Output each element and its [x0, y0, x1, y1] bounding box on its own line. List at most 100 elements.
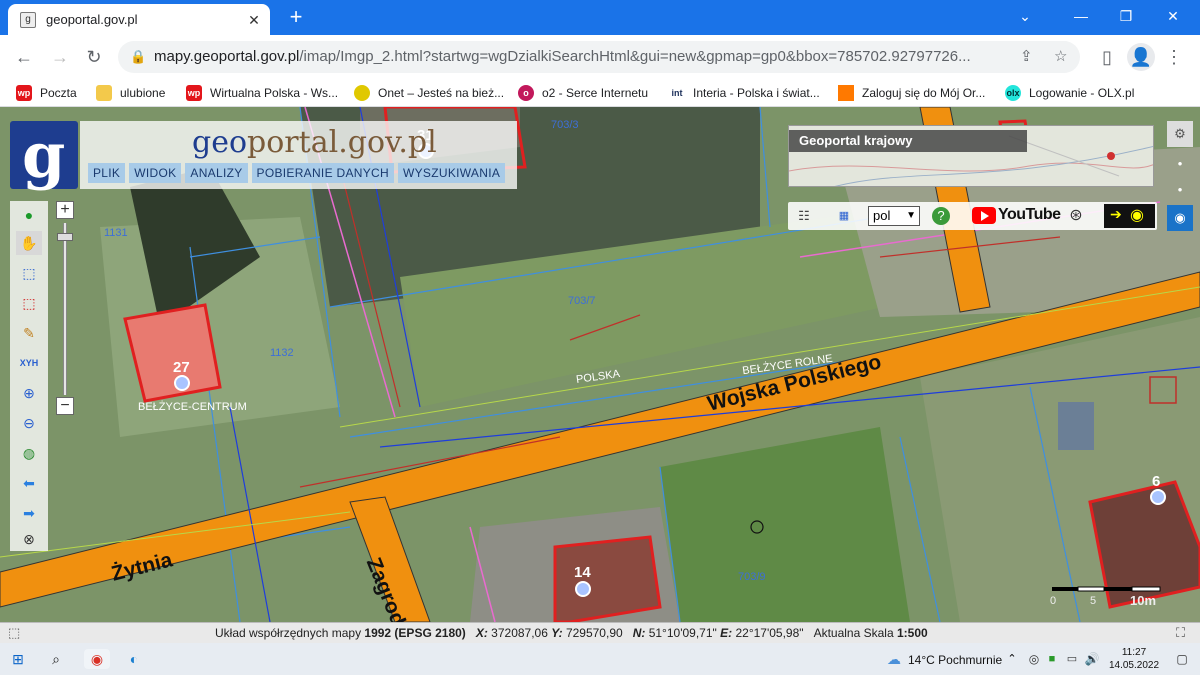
- notifications-icon[interactable]: ▢: [1172, 649, 1192, 669]
- youtube-link[interactable]: YouTube: [972, 206, 1061, 224]
- expand-icon[interactable]: ⬚: [8, 623, 20, 643]
- arrow-forward-icon[interactable]: ➡: [16, 501, 42, 525]
- share-icon[interactable]: ⇪: [1016, 41, 1033, 73]
- geoportal-logo[interactable]: g: [10, 119, 78, 192]
- map-viewport[interactable]: 703/3 1131 1132 703/7 703/9 BEŁŻYCE-CENT…: [0, 107, 1200, 622]
- network-icon[interactable]: ◎: [1024, 649, 1044, 669]
- bookmark-item[interactable]: o o2 - Serce Internetu: [518, 84, 648, 102]
- volume-icon[interactable]: 🔊: [1082, 649, 1102, 669]
- x-label: X:: [475, 626, 488, 640]
- new-tab-button[interactable]: +: [284, 5, 308, 29]
- tab-search-icon[interactable]: ⌄: [1002, 0, 1048, 32]
- globe-icon[interactable]: ◍: [16, 441, 42, 465]
- zoom-in-icon[interactable]: ⊕: [16, 381, 42, 405]
- info-dot-icon[interactable]: •: [1167, 177, 1193, 203]
- edge-icon[interactable]: ◐: [124, 649, 144, 669]
- settings-icon[interactable]: ⚙: [1167, 121, 1193, 147]
- system-clock[interactable]: 11:27 14.05.2022: [1108, 646, 1160, 672]
- visibility-eye-icon[interactable]: ◉: [1167, 205, 1193, 231]
- battery-icon[interactable]: ▭: [1062, 649, 1082, 669]
- profile-avatar-icon[interactable]: 👤: [1127, 43, 1155, 71]
- back-icon[interactable]: ←: [10, 43, 38, 71]
- title-portal: portal: [247, 125, 339, 160]
- help-icon[interactable]: ?: [932, 207, 950, 225]
- close-window-icon[interactable]: ✕: [1150, 0, 1196, 32]
- restore-icon[interactable]: ❐: [1103, 0, 1149, 32]
- address-point-icon[interactable]: [575, 581, 591, 597]
- info-icon[interactable]: ●: [16, 203, 42, 227]
- menu-wyszukiwania[interactable]: WYSZUKIWANIA: [397, 163, 506, 183]
- menu-plik[interactable]: PLIK: [88, 163, 126, 183]
- menu-pobieranie-danych[interactable]: POBIERANIE DANYCH: [251, 163, 394, 183]
- map-tools-panel: ● ✋ ⬚ ⬚ ✎ XYH ⊕ ⊖ ◍ ⬅ ➡ ⊗: [10, 201, 48, 551]
- overview-title: Geoportal krajowy: [789, 130, 1027, 152]
- parcel-label: 1132: [270, 347, 294, 359]
- pan-hand-icon[interactable]: ✋: [16, 231, 42, 255]
- xyh-coordinates-icon[interactable]: XYH: [16, 351, 42, 375]
- zoom-track[interactable]: [63, 223, 67, 395]
- bookmark-item[interactable]: Onet – Jesteś na bież...: [354, 84, 504, 102]
- bookmark-label: Zaloguj się do Mój Or...: [862, 86, 986, 100]
- bookmark-item[interactable]: wp Poczta: [16, 84, 77, 102]
- bookmark-label: Wirtualna Polska - Ws...: [210, 86, 339, 100]
- bookmark-item[interactable]: ulubione: [96, 84, 165, 102]
- zoom-plus-button[interactable]: +: [56, 201, 74, 219]
- onet-icon: [354, 85, 370, 101]
- windows-start-icon[interactable]: ⊞: [8, 649, 28, 669]
- menu-analizy[interactable]: ANALIZY: [185, 163, 248, 183]
- fullscreen-icon[interactable]: ⛶: [1176, 623, 1185, 643]
- scale-text-value: 1:500: [896, 626, 928, 640]
- folder-icon: [96, 85, 112, 101]
- scale-bar: 0 5 10m: [1050, 583, 1162, 613]
- reload-icon[interactable]: ↻: [80, 43, 108, 71]
- title-dot: .: [338, 125, 348, 160]
- layers-icon[interactable]: •: [1167, 151, 1193, 177]
- olx-icon: olx: [1005, 85, 1021, 101]
- bookmark-item[interactable]: Zaloguj się do Mój Or...: [838, 84, 985, 102]
- accessibility-icon[interactable]: ⊛: [1066, 206, 1086, 226]
- url-host: mapy.geoportal.gov.pl: [154, 48, 300, 65]
- pencil-icon[interactable]: ✎: [16, 321, 42, 345]
- chrome-icon[interactable]: ◉: [84, 649, 110, 669]
- zoom-out-box-icon[interactable]: ⬚: [16, 291, 42, 315]
- side-panel-icon[interactable]: ▯: [1093, 43, 1121, 71]
- zoom-out-icon[interactable]: ⊖: [16, 411, 42, 435]
- e-value: 22°17'05,98": [735, 626, 804, 640]
- place-label: BEŁŻYCE-CENTRUM: [138, 401, 247, 413]
- address-bar[interactable]: 🔒 mapy.geoportal.gov.pl/imap/Imgp_2.html…: [118, 41, 1080, 73]
- n-label: N:: [632, 626, 646, 640]
- browser-tab[interactable]: g geoportal.gov.pl ✕: [8, 4, 270, 35]
- menu-kebab-icon[interactable]: ⋮: [1160, 43, 1188, 71]
- zoom-box-icon[interactable]: ⬚: [16, 261, 42, 285]
- zoom-slider[interactable]: + −: [54, 201, 76, 417]
- high-contrast-button[interactable]: ➔ ◉: [1104, 204, 1155, 228]
- bookmark-label: ulubione: [120, 86, 166, 100]
- arrow-back-icon[interactable]: ⬅: [16, 471, 42, 495]
- chevron-down-icon: ▼: [906, 210, 916, 221]
- bookmark-item[interactable]: olx Logowanie - OLX.pl: [1005, 84, 1134, 102]
- menu-widok[interactable]: WIDOK: [129, 163, 182, 183]
- security-icon[interactable]: ■: [1042, 649, 1062, 669]
- language-select[interactable]: pol ▼: [868, 206, 920, 226]
- chevron-up-icon[interactable]: ⌃: [1002, 649, 1022, 669]
- forward-icon[interactable]: →: [46, 43, 74, 71]
- close-tab-icon[interactable]: ✕: [244, 10, 264, 30]
- wp-icon: wp: [16, 85, 32, 101]
- address-point-icon[interactable]: [174, 375, 190, 391]
- search-icon[interactable]: ⌕: [46, 649, 66, 669]
- overview-map[interactable]: Geoportal krajowy: [788, 125, 1154, 187]
- bookmark-item[interactable]: int Interia - Polska i świat...: [669, 84, 820, 102]
- site-title: geoportal.gov.pl: [192, 125, 437, 160]
- list-icon[interactable]: ☷: [794, 206, 814, 226]
- scale-text-label: Aktualna Skala: [813, 626, 894, 640]
- bookmark-star-icon[interactable]: ☆: [1054, 41, 1068, 73]
- wms-icon[interactable]: ▦: [834, 206, 854, 226]
- zoom-thumb[interactable]: [57, 233, 73, 241]
- zoom-minus-button[interactable]: −: [56, 397, 74, 415]
- minimize-icon[interactable]: —: [1058, 0, 1104, 32]
- eye-icon: ◉: [1130, 207, 1144, 224]
- e-label: E:: [720, 626, 733, 640]
- bookmark-item[interactable]: wp Wirtualna Polska - Ws...: [186, 84, 338, 102]
- clear-icon[interactable]: ⊗: [16, 527, 42, 551]
- address-point-icon[interactable]: [1150, 489, 1166, 505]
